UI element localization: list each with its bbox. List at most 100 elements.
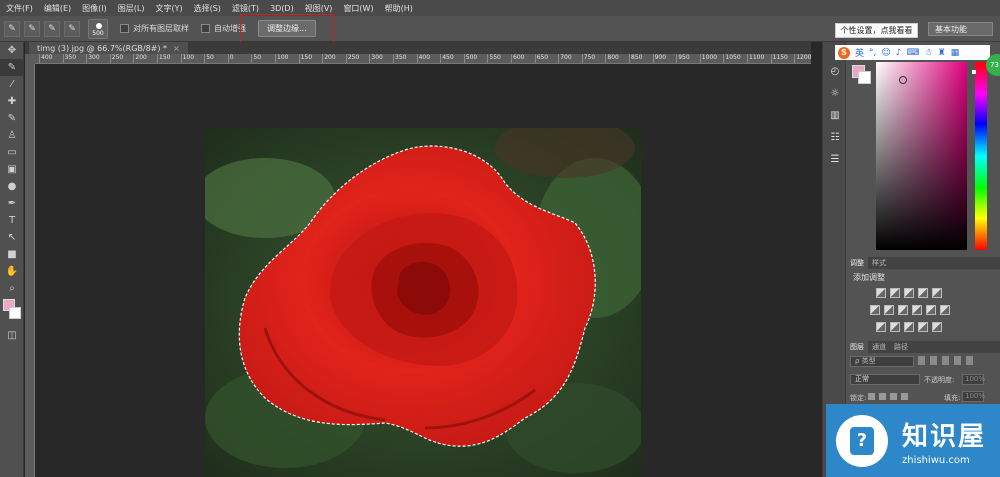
ime-user-icon[interactable]: ☃	[925, 48, 933, 58]
black-white-icon[interactable]	[898, 305, 908, 315]
ruler-tick-label: 800	[605, 54, 619, 63]
filter-adjust-icon[interactable]	[930, 356, 937, 365]
levels-icon[interactable]	[890, 288, 900, 298]
ime-punct-icon[interactable]: °,	[869, 48, 876, 58]
ime-keyboard-icon[interactable]: ⌨	[907, 48, 920, 58]
clone-stamp-icon[interactable]: ♙	[0, 127, 24, 144]
horizontal-ruler[interactable]: 400 350 300 250 200 150 100 50 0 50 100 150 200 250 30…	[35, 54, 811, 64]
path-select-icon[interactable]: ↖	[0, 229, 24, 246]
ruler-tick-label: 100	[180, 54, 194, 63]
move-tool-icon[interactable]: ✥	[0, 42, 24, 59]
photo-filter-icon[interactable]	[912, 305, 922, 315]
lock-all-icon[interactable]	[901, 393, 908, 400]
hue-slider[interactable]	[975, 62, 987, 250]
opacity-field[interactable]: 100%	[962, 374, 985, 385]
ime-lang-toggle[interactable]: 英	[855, 46, 864, 59]
workspace-select[interactable]: 基本功能	[928, 22, 993, 36]
hue-slider-knob[interactable]	[972, 70, 976, 74]
filter-smart-icon[interactable]	[966, 356, 973, 365]
brush-tool-icon[interactable]: ✎	[0, 110, 24, 127]
brightness-icon[interactable]	[876, 288, 886, 298]
adjustments-icon[interactable]: ☼	[823, 82, 847, 104]
tab-layers[interactable]: 图层	[846, 341, 868, 353]
histogram-icon[interactable]: ▥	[823, 104, 847, 126]
personalize-tooltip[interactable]: 个性设置，点我看看	[835, 23, 918, 38]
healing-brush-icon[interactable]: ✚	[0, 93, 24, 110]
properties-icon[interactable]: ☷	[823, 126, 847, 148]
hand-tool-icon[interactable]: ✋	[0, 263, 24, 280]
layer-filter-select[interactable]: ρ 类型	[850, 356, 914, 367]
ruler-origin[interactable]	[25, 54, 35, 64]
fill-field[interactable]: 100%	[962, 391, 985, 402]
document-tab[interactable]: timg (3).jpg @ 66.7%(RGB/8#) * ×	[29, 42, 188, 54]
menu-3d[interactable]: 3D(D)	[270, 4, 294, 13]
lock-paint-icon[interactable]	[879, 393, 886, 400]
eraser-tool-icon[interactable]: ▭	[0, 144, 24, 161]
layer-comps-icon[interactable]: ☰	[823, 148, 847, 170]
menu-file[interactable]: 文件(F)	[6, 3, 33, 14]
menu-image[interactable]: 图像(I)	[82, 3, 107, 14]
channel-mixer-icon[interactable]	[926, 305, 936, 315]
pen-tool-icon[interactable]: ✒	[0, 195, 24, 212]
sample-all-layers-checkbox[interactable]	[120, 24, 129, 33]
menu-select[interactable]: 选择(S)	[194, 3, 221, 14]
ime-shirt-icon[interactable]: ♜	[938, 48, 946, 58]
gradient-tool-icon[interactable]: ▣	[0, 161, 24, 178]
rose-photo[interactable]	[205, 128, 641, 477]
zoom-tool-icon[interactable]: ⌕	[0, 280, 24, 297]
add-to-selection-icon[interactable]: ✎	[44, 20, 60, 37]
menu-filter[interactable]: 滤镜(T)	[232, 3, 259, 14]
menu-window[interactable]: 窗口(W)	[343, 3, 373, 14]
lock-icons	[868, 393, 908, 400]
background-color-swatch[interactable]	[9, 307, 21, 319]
ime-mic-icon[interactable]: ♪	[896, 48, 902, 58]
menu-help[interactable]: 帮助(H)	[385, 3, 413, 14]
blend-mode-select[interactable]: 正常	[850, 374, 920, 385]
menu-layer[interactable]: 图层(L)	[118, 3, 145, 14]
brush-size-picker[interactable]: 500	[88, 18, 108, 39]
menu-type[interactable]: 文字(Y)	[155, 3, 182, 14]
threshold-icon[interactable]	[904, 322, 914, 332]
quick-mask-icon[interactable]: ◫	[0, 327, 24, 344]
filter-shape-icon[interactable]	[954, 356, 961, 365]
exposure-icon[interactable]	[918, 288, 928, 298]
vertical-ruler[interactable]	[25, 64, 35, 477]
tab-adjustments[interactable]: 调整	[846, 257, 868, 269]
filter-type-icon[interactable]	[942, 356, 949, 365]
curves-icon[interactable]	[904, 288, 914, 298]
color-balance-icon[interactable]	[884, 305, 894, 315]
new-selection-icon[interactable]: ✎	[24, 20, 40, 37]
color-lookup-icon[interactable]	[940, 305, 950, 315]
vibrance-icon[interactable]	[932, 288, 942, 298]
tab-paths[interactable]: 路径	[890, 341, 912, 353]
tab-channels[interactable]: 通道	[868, 341, 890, 353]
ruler-tick-label: 650	[534, 54, 548, 63]
auto-enhance-checkbox[interactable]	[201, 24, 210, 33]
gradient-map-icon[interactable]	[932, 322, 942, 332]
color-swatches[interactable]	[0, 297, 24, 327]
ime-emoji-icon[interactable]: ☺	[881, 48, 890, 58]
menu-view[interactable]: 视图(V)	[305, 3, 333, 14]
lock-move-icon[interactable]	[890, 393, 897, 400]
selective-color-icon[interactable]	[918, 322, 928, 332]
color-picker-ring[interactable]	[899, 76, 907, 84]
invert-icon[interactable]	[876, 322, 886, 332]
lock-pixels-icon[interactable]	[868, 393, 875, 400]
history-icon[interactable]: ◴	[823, 60, 847, 82]
filter-pixel-icon[interactable]	[918, 356, 925, 365]
type-tool-icon[interactable]: T	[0, 212, 24, 229]
posterize-icon[interactable]	[890, 322, 900, 332]
eyedropper-tool-icon[interactable]: ⁄	[0, 76, 24, 93]
menu-edit[interactable]: 编辑(E)	[44, 3, 71, 14]
close-icon[interactable]: ×	[173, 44, 180, 53]
subtract-selection-icon[interactable]: ✎	[64, 20, 80, 37]
dodge-tool-icon[interactable]: ●	[0, 178, 24, 195]
shape-tool-icon[interactable]: ■	[0, 246, 24, 263]
panel-background-color[interactable]	[858, 71, 871, 84]
quick-selection-tool-icon[interactable]: ✎	[0, 59, 24, 76]
ime-grid-icon[interactable]: ▦	[951, 48, 960, 58]
tab-styles[interactable]: 样式	[868, 257, 890, 269]
hue-saturation-icon[interactable]	[870, 305, 880, 315]
color-field[interactable]	[876, 62, 967, 250]
tool-preset-icon[interactable]: ✎	[4, 20, 20, 37]
